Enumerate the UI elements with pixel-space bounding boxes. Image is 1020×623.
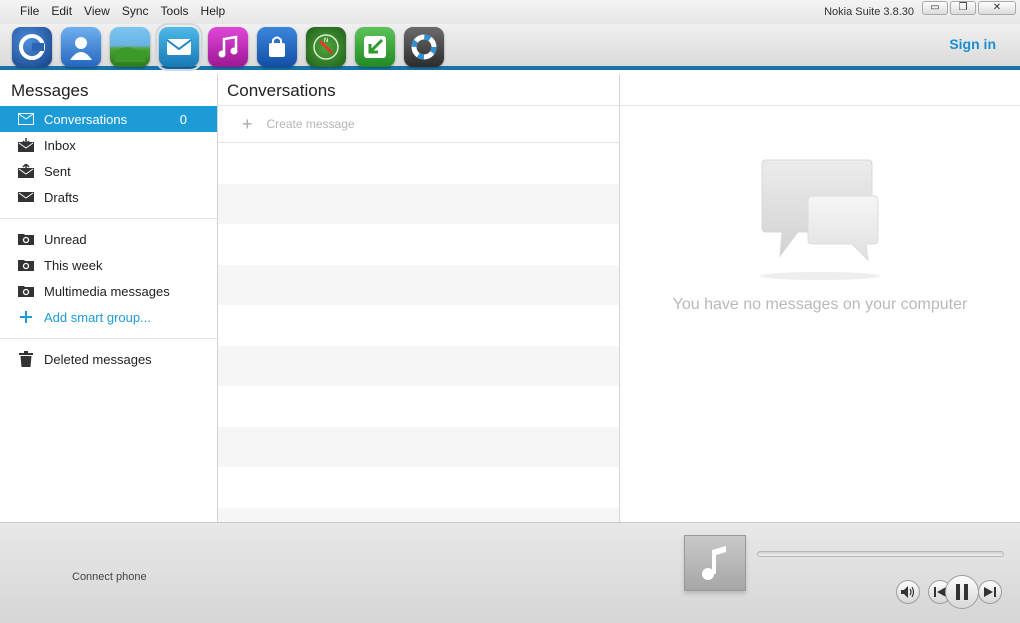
- close-button[interactable]: ✕: [978, 1, 1016, 15]
- sidebar-item-multimedia[interactable]: Multimedia messages: [0, 278, 217, 304]
- title-bar: File Edit View Sync Tools Help Nokia Sui…: [0, 0, 1020, 24]
- next-track-button[interactable]: [978, 580, 1002, 604]
- menu-view[interactable]: View: [78, 4, 116, 18]
- menu-tools[interactable]: Tools: [155, 4, 195, 18]
- smart-folder-icon: [17, 283, 35, 299]
- main-toolbar: N Sign in: [0, 23, 1020, 71]
- sidebar-item-inbox[interactable]: Inbox: [0, 132, 217, 158]
- chat-bubbles-icon: [758, 156, 888, 291]
- sidebar-item-label: Drafts: [44, 189, 79, 205]
- sidebar-item-label: Deleted messages: [44, 351, 152, 367]
- trash-icon: [17, 351, 35, 367]
- menu-help[interactable]: Help: [195, 4, 232, 18]
- sidebar-item-this-week[interactable]: This week: [0, 252, 217, 278]
- sidebar-item-unread[interactable]: Unread: [0, 226, 217, 252]
- menu-edit[interactable]: Edit: [45, 4, 78, 18]
- app-title: Nokia Suite 3.8.30: [824, 6, 914, 18]
- sidebar-item-label: Unread: [44, 231, 87, 247]
- photos-icon[interactable]: [110, 27, 150, 67]
- playback-progress[interactable]: [757, 551, 1004, 557]
- music-icon[interactable]: [208, 27, 248, 67]
- connect-phone-status[interactable]: Connect phone: [72, 571, 147, 583]
- sidebar-item-label: Sent: [44, 163, 71, 179]
- sidebar-item-label: Conversations: [44, 111, 128, 127]
- empty-row: [218, 426, 619, 467]
- empty-row: [218, 264, 619, 305]
- empty-row: [218, 183, 619, 224]
- sidebar-item-drafts[interactable]: Drafts: [0, 184, 217, 210]
- sidebar-item-sent[interactable]: Sent: [0, 158, 217, 184]
- inbox-icon: [17, 137, 35, 153]
- detail-header: [620, 74, 1020, 106]
- pause-icon: [956, 584, 968, 600]
- sidebar-item-label: Multimedia messages: [44, 283, 170, 299]
- menu-sync[interactable]: Sync: [116, 4, 155, 18]
- support-icon[interactable]: [404, 27, 444, 67]
- maps-icon[interactable]: N: [306, 27, 346, 67]
- conversations-pane: Conversations + Create message: [218, 74, 620, 522]
- sent-icon: [17, 163, 35, 179]
- smart-folder-icon: [17, 257, 35, 273]
- messages-icon[interactable]: [155, 23, 203, 71]
- sidebar-item-label: Add smart group...: [44, 309, 151, 325]
- sign-in-link[interactable]: Sign in: [949, 36, 996, 52]
- sidebar-item-conversations[interactable]: Conversations 0: [0, 106, 217, 132]
- contacts-icon[interactable]: [61, 27, 101, 67]
- sidebar-item-deleted[interactable]: Deleted messages: [0, 346, 217, 372]
- conversations-icon: [17, 111, 35, 127]
- empty-row: [218, 345, 619, 386]
- conversation-count: 0: [179, 111, 187, 127]
- empty-row: [218, 467, 619, 508]
- sidebar-item-label: This week: [44, 257, 103, 273]
- empty-row: [218, 386, 619, 427]
- empty-row: [218, 305, 619, 346]
- add-smart-group-button[interactable]: Add smart group...: [0, 304, 217, 330]
- conversations-title: Conversations: [218, 74, 619, 106]
- empty-state-text: You have no messages on your computer: [672, 296, 968, 313]
- volume-icon: [901, 586, 915, 598]
- message-detail-pane: You have no messages on your computer: [620, 74, 1020, 522]
- sidebar-item-label: Inbox: [44, 137, 76, 153]
- store-icon[interactable]: [257, 27, 297, 67]
- bottom-bar: Connect phone: [0, 522, 1020, 623]
- restore-button[interactable]: ❐: [950, 1, 976, 15]
- svg-text:N: N: [324, 37, 329, 44]
- messages-sidebar: Messages Conversations 0 Inbox Sent Draf…: [0, 74, 218, 522]
- empty-row: [218, 143, 619, 184]
- sidebar-title: Messages: [11, 81, 89, 100]
- menu-bar: File Edit View Sync Tools Help: [14, 4, 231, 18]
- sidebar-divider: [0, 218, 217, 219]
- empty-row: [218, 224, 619, 265]
- nokia-home-icon[interactable]: [12, 27, 52, 67]
- plus-icon: [17, 309, 35, 325]
- plus-icon: +: [242, 113, 253, 134]
- album-art-icon: [684, 535, 746, 591]
- sidebar-divider: [0, 338, 217, 339]
- next-icon: [984, 587, 996, 597]
- minimize-button[interactable]: ▭: [922, 1, 948, 15]
- empty-row: [218, 507, 619, 522]
- drafts-icon: [17, 189, 35, 205]
- menu-file[interactable]: File: [14, 4, 45, 18]
- update-icon[interactable]: [355, 27, 395, 67]
- create-message-button[interactable]: + Create message: [218, 106, 619, 143]
- window-controls: ▭ ❐ ✕: [922, 1, 1016, 15]
- pause-button[interactable]: [945, 575, 979, 609]
- create-message-label: Create message: [266, 117, 355, 131]
- smart-folder-icon: [17, 231, 35, 247]
- volume-button[interactable]: [896, 580, 920, 604]
